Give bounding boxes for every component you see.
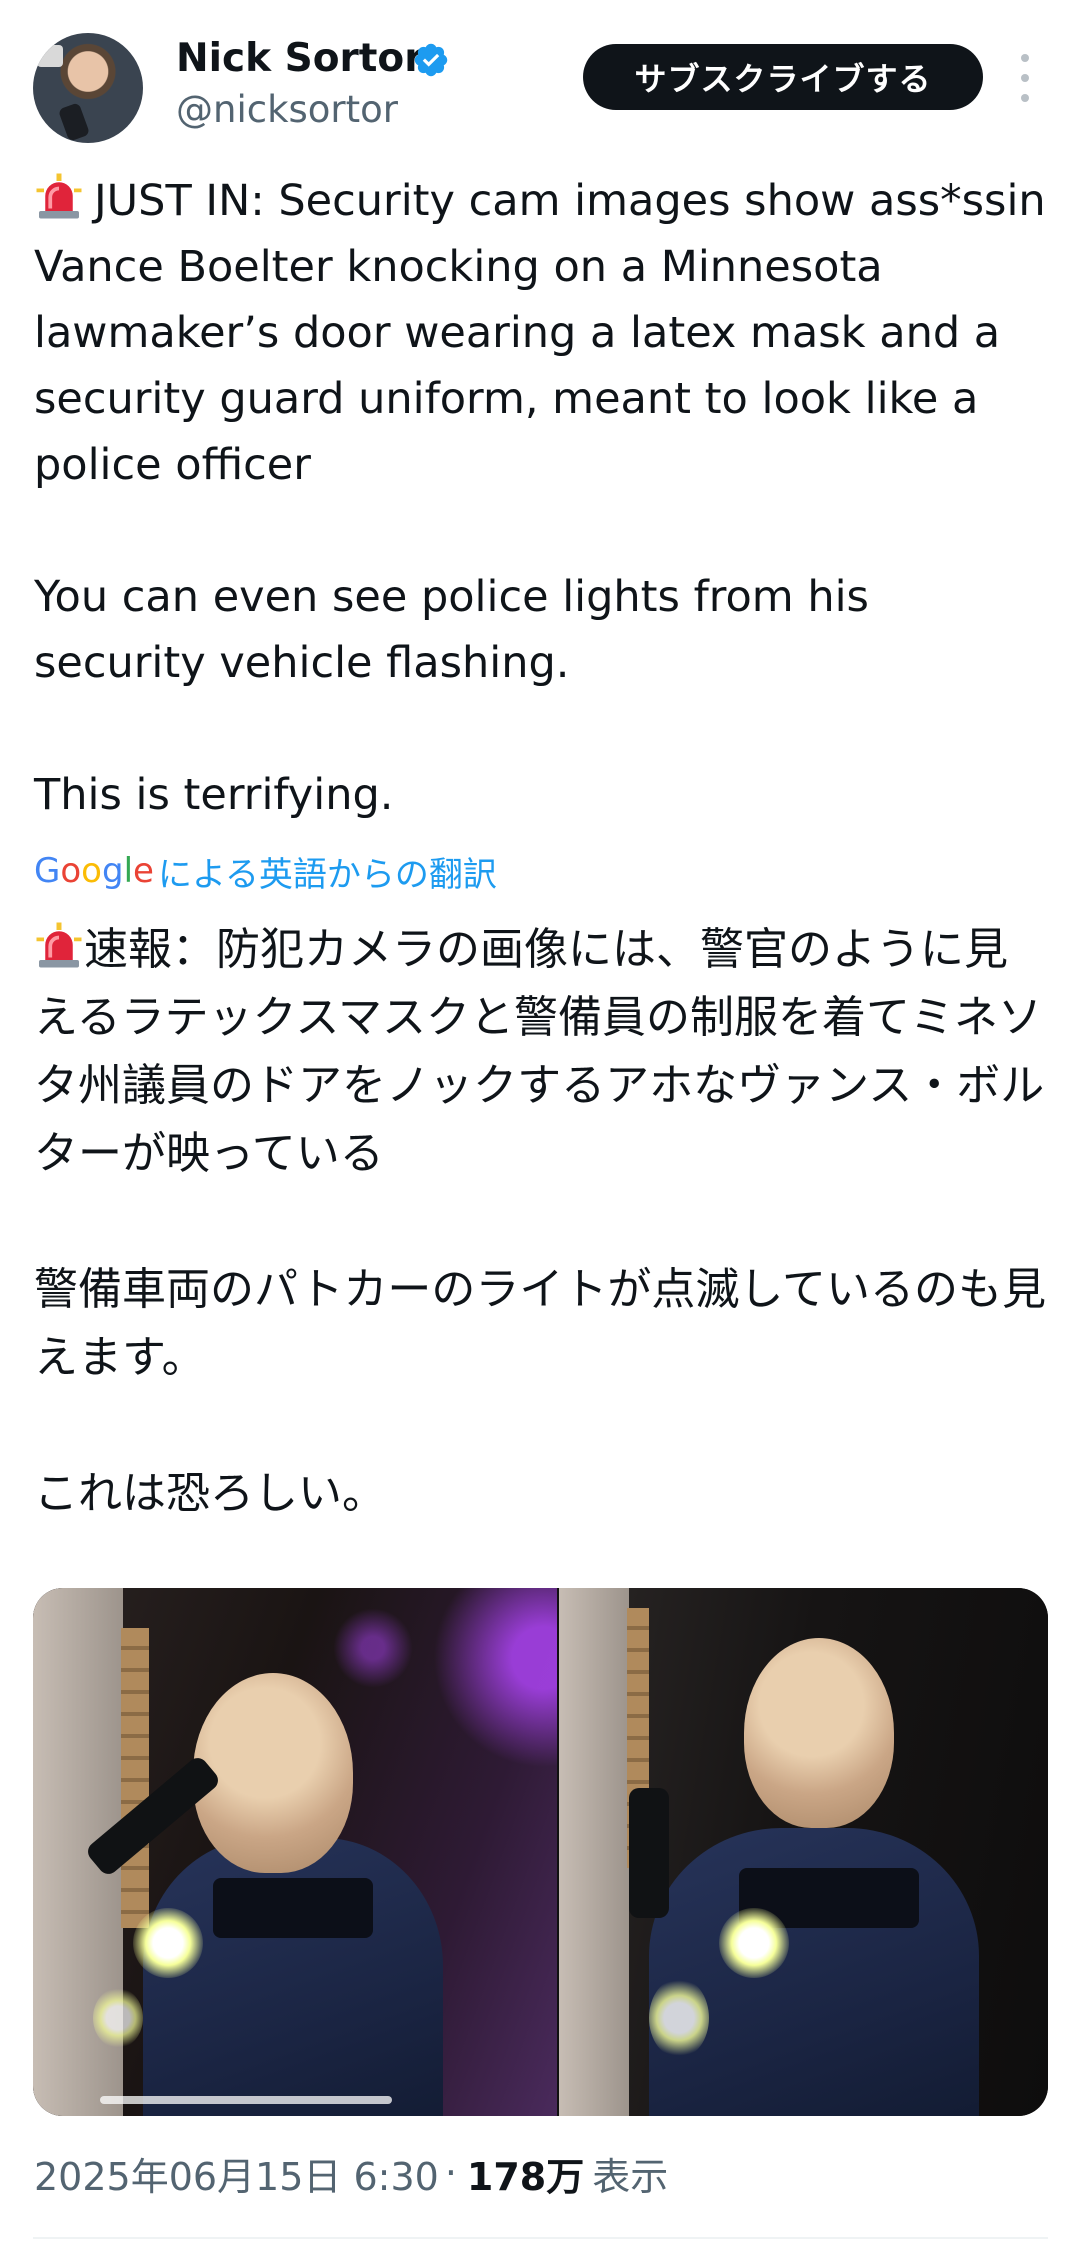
timestamp[interactable]: 2025年06月15日 6:30 bbox=[34, 2146, 439, 2201]
tweet-body: JUST IN: Security cam images show ass*ss… bbox=[34, 176, 1046, 820]
author-handle[interactable]: @nicksortor bbox=[176, 88, 398, 131]
siren-icon bbox=[36, 922, 82, 968]
author-display-name[interactable]: Nick Sortor bbox=[176, 36, 423, 81]
meta-separator: · bbox=[444, 2151, 457, 2195]
police-light-glow bbox=[333, 1608, 413, 1688]
translation-label[interactable]: による英語からの翻訳 bbox=[158, 847, 497, 896]
avatar-logo-mark bbox=[37, 45, 63, 67]
google-logo: Google bbox=[34, 851, 154, 891]
media-scroll-indicator bbox=[100, 2096, 392, 2104]
security-cam-photo-left[interactable] bbox=[33, 1588, 557, 2116]
police-light-glow bbox=[433, 1588, 557, 1768]
body-light bbox=[93, 1988, 143, 2048]
latex-mask-head bbox=[193, 1673, 353, 1873]
translated-body: 速報：防犯カメラの画像には、警官のように見えるラテックスマスクと警備員の制服を着… bbox=[34, 924, 1046, 1519]
divider bbox=[33, 2237, 1048, 2239]
flashlight bbox=[628, 1788, 669, 1918]
body-light bbox=[648, 1978, 709, 2058]
brick-column bbox=[121, 1628, 149, 1928]
body-light bbox=[133, 1908, 203, 1978]
verified-badge-icon bbox=[414, 43, 448, 77]
dot bbox=[1021, 94, 1029, 102]
avatar-microphone bbox=[57, 102, 91, 142]
tweet-header: Nick Sortor @nicksortor サブスクライブする bbox=[0, 0, 1080, 150]
translation-attribution[interactable]: Google による英語からの翻訳 bbox=[34, 847, 497, 896]
more-options-icon[interactable] bbox=[1010, 54, 1040, 102]
views-label: 表示 bbox=[592, 2154, 669, 2199]
translated-text: 速報：防犯カメラの画像には、警官のように見えるラテックスマスクと警備員の制服を着… bbox=[34, 916, 1049, 1528]
latex-mask-head bbox=[743, 1638, 894, 1828]
door-frame bbox=[558, 1588, 629, 2116]
tweet-text: JUST IN: Security cam images show ass*ss… bbox=[34, 168, 1049, 828]
dot bbox=[1021, 74, 1029, 82]
body-light bbox=[718, 1908, 789, 1978]
subscribe-button[interactable]: サブスクライブする bbox=[583, 44, 983, 110]
tweet-media[interactable] bbox=[33, 1588, 1048, 2116]
author-avatar[interactable] bbox=[33, 33, 143, 143]
views-count: 178万 bbox=[466, 2154, 585, 2199]
tactical-vest bbox=[213, 1878, 373, 1938]
tweet-meta: 2025年06月15日 6:30 · 178万 表示 bbox=[34, 2146, 669, 2201]
security-cam-photo-right[interactable] bbox=[558, 1588, 1048, 2116]
dot bbox=[1021, 54, 1029, 62]
siren-icon bbox=[36, 173, 82, 219]
